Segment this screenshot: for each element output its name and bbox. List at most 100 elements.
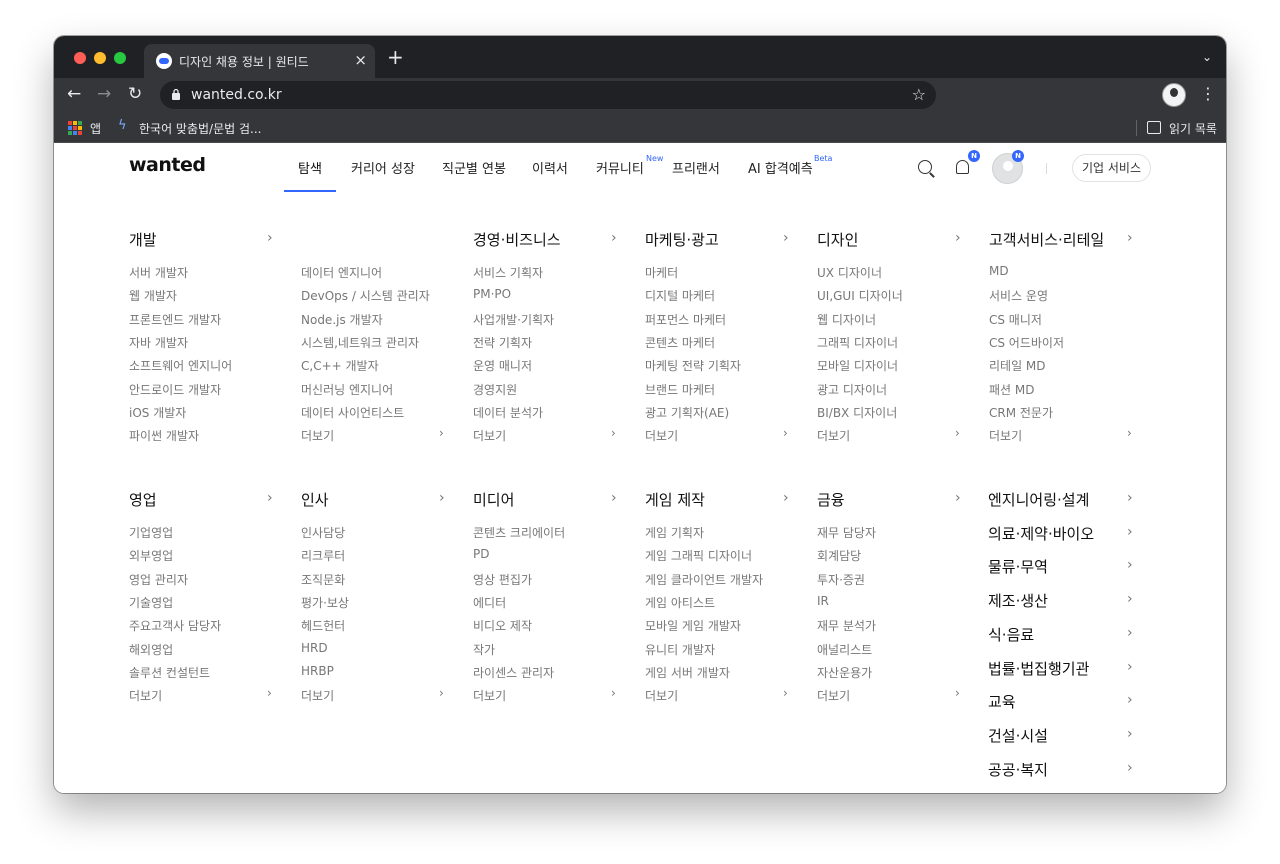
job-link[interactable]: 조직문화: [301, 571, 345, 588]
chevron-right-icon[interactable]: ›: [955, 490, 961, 506]
job-link[interactable]: Node.js 개발자: [301, 311, 383, 328]
back-arrow-icon[interactable]: ←: [67, 84, 81, 104]
chevron-right-icon[interactable]: ›: [1127, 726, 1133, 742]
job-link[interactable]: CS 어드바이저: [989, 334, 1064, 351]
job-link[interactable]: 자산운용가: [817, 664, 872, 681]
category-title[interactable]: 고객서비스·리테일: [989, 229, 1104, 250]
job-link[interactable]: 그래픽 디자이너: [817, 334, 898, 351]
category-title[interactable]: 물류·무역: [988, 556, 1048, 577]
job-link[interactable]: 게임 그래픽 디자이너: [645, 547, 752, 564]
minimize-window-button[interactable]: [94, 52, 106, 64]
more-link[interactable]: 더보기: [817, 427, 850, 444]
zoom-window-button[interactable]: [114, 52, 126, 64]
job-link[interactable]: 영업 관리자: [129, 571, 188, 588]
job-link[interactable]: 데이터 분석가: [473, 404, 543, 421]
nav-career-growth[interactable]: 커리어 성장: [351, 158, 415, 177]
job-link[interactable]: 데이터 사이언티스트: [301, 404, 404, 421]
job-link[interactable]: PD: [473, 547, 489, 561]
more-link[interactable]: 더보기: [473, 427, 506, 444]
chevron-right-icon[interactable]: ›: [1127, 557, 1133, 573]
category-title[interactable]: 교육: [988, 691, 1016, 712]
job-link[interactable]: 서비스 기획자: [473, 264, 543, 281]
nav-salary[interactable]: 직군별 연봉: [442, 158, 506, 177]
job-link[interactable]: 라이센스 관리자: [473, 664, 554, 681]
category-title[interactable]: 제조·생산: [988, 590, 1048, 611]
chevron-right-icon[interactable]: ›: [783, 490, 789, 506]
new-tab-button[interactable]: +: [387, 47, 404, 67]
job-link[interactable]: CS 매니저: [989, 311, 1042, 328]
category-title[interactable]: 금융: [817, 489, 845, 510]
job-link[interactable]: 패션 MD: [989, 381, 1035, 398]
job-link[interactable]: 게임 아티스트: [645, 594, 715, 611]
chevron-right-icon[interactable]: ›: [439, 426, 444, 440]
chevron-right-icon[interactable]: ›: [1127, 230, 1133, 246]
job-link[interactable]: 퍼포먼스 마케터: [645, 311, 726, 328]
job-link[interactable]: 리크루터: [301, 547, 345, 564]
category-title[interactable]: 미디어: [473, 489, 514, 510]
nav-explore[interactable]: 탐색: [298, 158, 322, 177]
wanted-logo[interactable]: wanted: [129, 154, 206, 176]
active-tab[interactable]: 디자인 채용 정보 | 원티드 ×: [144, 44, 375, 78]
job-link[interactable]: 게임 클라이언트 개발자: [645, 571, 763, 588]
job-link[interactable]: 인사담당: [301, 524, 345, 541]
more-link[interactable]: 더보기: [473, 687, 506, 704]
job-link[interactable]: HRD: [301, 641, 328, 655]
job-link[interactable]: 자바 개발자: [129, 334, 188, 351]
more-link[interactable]: 더보기: [301, 427, 334, 444]
job-link[interactable]: 마케터: [645, 264, 678, 281]
address-bar[interactable]: wanted.co.kr ☆: [160, 81, 936, 109]
chevron-right-icon[interactable]: ›: [1127, 524, 1133, 540]
nav-freelancer[interactable]: 프리랜서: [672, 158, 720, 177]
job-link[interactable]: 프론트엔드 개발자: [129, 311, 221, 328]
job-link[interactable]: UX 디자이너: [817, 264, 882, 281]
job-link[interactable]: 웹 디자이너: [817, 311, 876, 328]
job-link[interactable]: 전략 기획자: [473, 334, 532, 351]
job-link[interactable]: 마케팅 전략 기획자: [645, 357, 741, 374]
job-link[interactable]: 서버 개발자: [129, 264, 188, 281]
job-link[interactable]: 유니티 개발자: [645, 641, 715, 658]
job-link[interactable]: 콘텐츠 마케터: [645, 334, 715, 351]
job-link[interactable]: 영상 편집가: [473, 571, 532, 588]
more-link[interactable]: 더보기: [817, 687, 850, 704]
job-link[interactable]: 게임 기획자: [645, 524, 704, 541]
job-link[interactable]: IR: [817, 594, 829, 608]
reading-list-icon[interactable]: [1147, 121, 1161, 134]
more-link[interactable]: 더보기: [989, 427, 1022, 444]
job-link[interactable]: 디지털 마케터: [645, 287, 715, 304]
chevron-right-icon[interactable]: ›: [783, 230, 789, 246]
chevron-right-icon[interactable]: ›: [439, 686, 444, 700]
chevron-right-icon[interactable]: ›: [611, 686, 616, 700]
category-title[interactable]: 마케팅·광고: [645, 229, 719, 250]
category-title[interactable]: 법률·법집행기관: [988, 658, 1089, 679]
chevron-right-icon[interactable]: ›: [1127, 591, 1133, 607]
job-link[interactable]: 비디오 제작: [473, 617, 532, 634]
job-link[interactable]: 모바일 디자이너: [817, 357, 898, 374]
nav-ai-prediction[interactable]: AI 합격예측: [748, 158, 813, 177]
job-link[interactable]: 운영 매니저: [473, 357, 532, 374]
chevron-right-icon[interactable]: ›: [1127, 760, 1133, 776]
job-link[interactable]: 웹 개발자: [129, 287, 177, 304]
job-link[interactable]: 솔루션 컨설턴트: [129, 664, 210, 681]
job-link[interactable]: 기업영업: [129, 524, 173, 541]
job-link[interactable]: 주요고객사 담당자: [129, 617, 221, 634]
nav-resume[interactable]: 이력서: [532, 158, 568, 177]
job-link[interactable]: DevOps / 시스템 관리자: [301, 287, 430, 304]
more-link[interactable]: 더보기: [645, 427, 678, 444]
job-link[interactable]: 외부영업: [129, 547, 173, 564]
chevron-right-icon[interactable]: ›: [955, 230, 961, 246]
category-title[interactable]: 의료·제약·바이오: [988, 523, 1094, 544]
job-link[interactable]: UI,GUI 디자이너: [817, 287, 903, 304]
profile-avatar[interactable]: [1162, 83, 1186, 107]
category-title[interactable]: 식·음료: [988, 624, 1034, 645]
job-link[interactable]: 투자·증권: [817, 571, 865, 588]
category-title[interactable]: 영업: [129, 489, 157, 510]
job-link[interactable]: 애널리스트: [817, 641, 872, 658]
job-link[interactable]: 헤드헌터: [301, 617, 345, 634]
job-link[interactable]: PM·PO: [473, 287, 511, 301]
chevron-right-icon[interactable]: ›: [439, 490, 445, 506]
job-link[interactable]: CRM 전문가: [989, 404, 1053, 421]
category-title[interactable]: 개발: [129, 229, 157, 250]
category-title[interactable]: 게임 제작: [645, 489, 705, 510]
bookmark-star-icon[interactable]: ☆: [912, 85, 926, 104]
job-link[interactable]: 리테일 MD: [989, 357, 1046, 374]
